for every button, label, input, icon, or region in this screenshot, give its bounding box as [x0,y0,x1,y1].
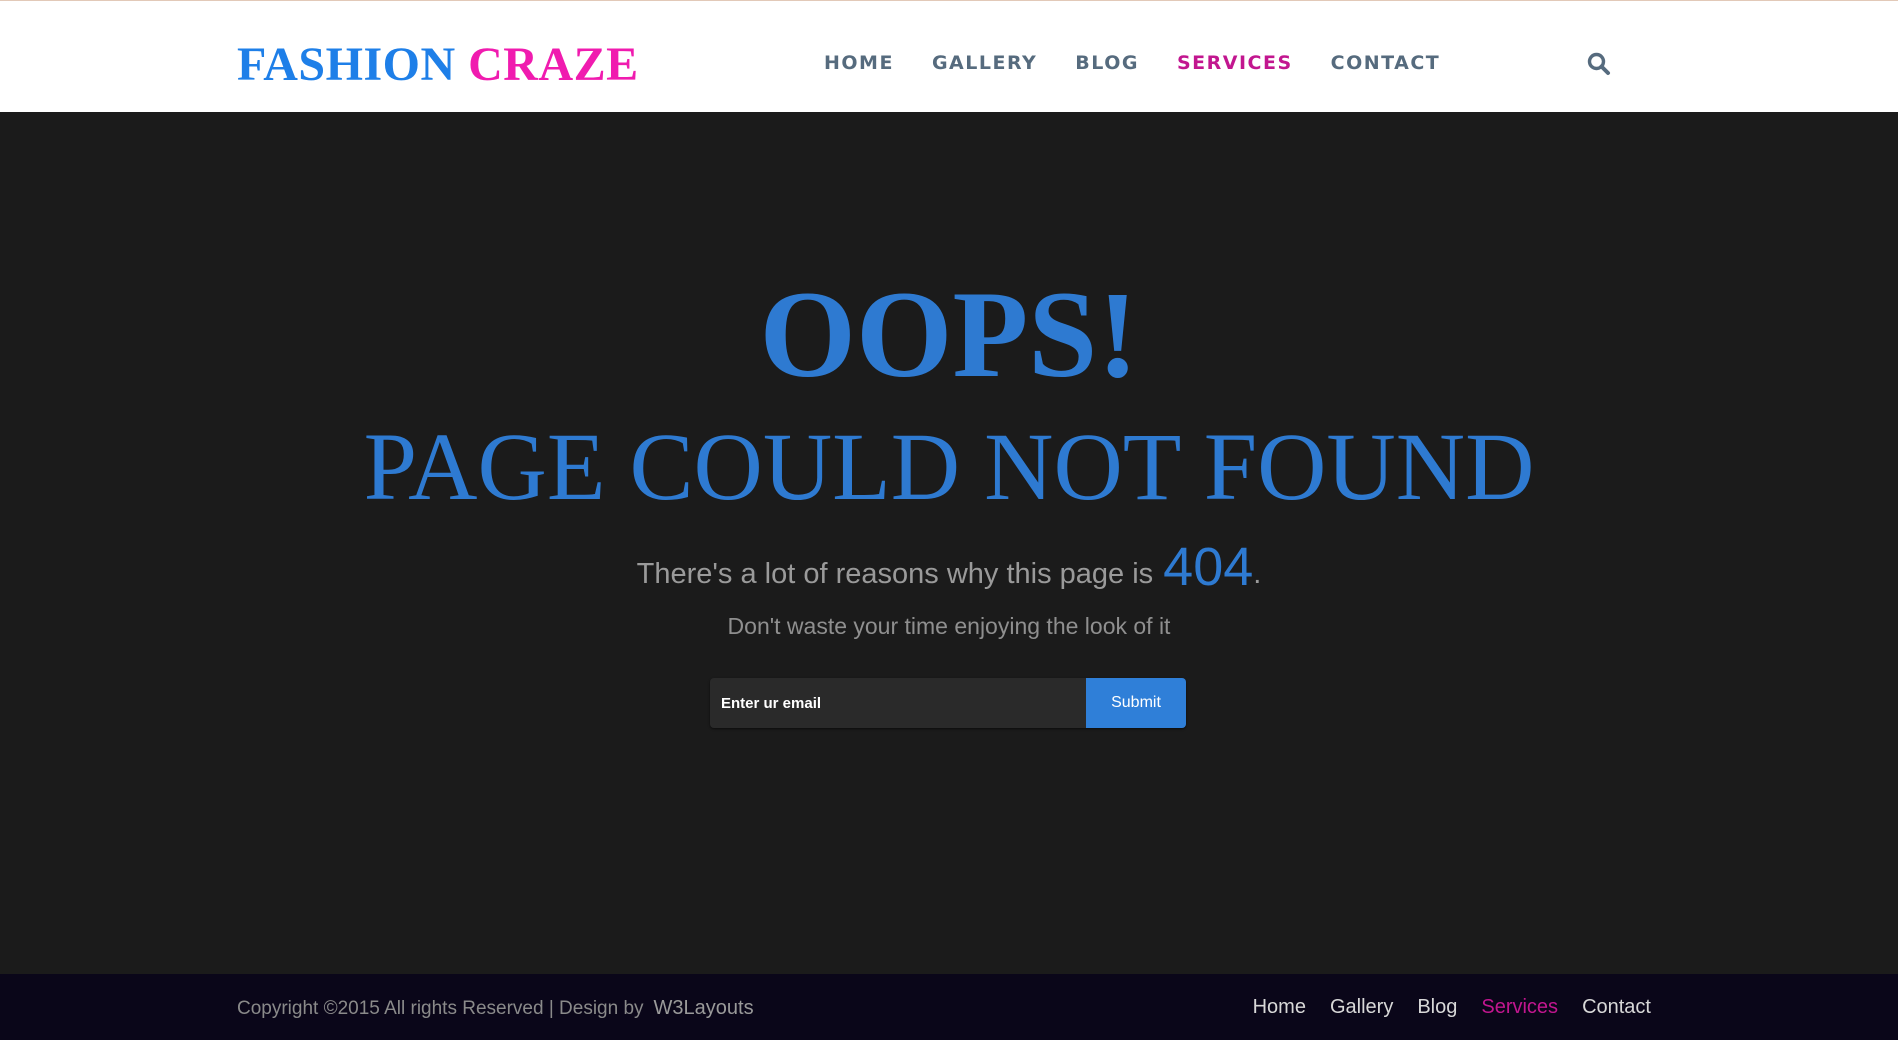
footer-nav-blog[interactable]: Blog [1417,994,1457,1020]
copyright-text: Copyright ©2015 All rights Reserved | De… [237,998,644,1019]
nav-gallery[interactable]: GALLERY [932,49,1037,77]
footer-nav-home[interactable]: Home [1253,994,1306,1020]
error-code: 404 [1163,537,1254,597]
footer-nav: Home Gallery Blog Services Contact [1253,994,1651,1020]
submit-button[interactable]: Submit [1086,678,1186,728]
nav-contact[interactable]: CONTACT [1331,49,1441,77]
footer-nav-contact[interactable]: Contact [1582,994,1651,1020]
logo-word-fashion: FASHION [237,38,456,91]
designer-link[interactable]: W3Layouts [654,997,754,1019]
subscribe-form: Submit [710,678,1186,728]
nav-services[interactable]: SERVICES [1177,49,1293,77]
error-heading: OOPS! [759,266,1139,403]
copyright: Copyright ©2015 All rights Reserved | De… [237,995,754,1022]
error-subheading: PAGE COULD NOT FOUND [363,413,1535,520]
site-logo[interactable]: FASHION CRAZE [237,37,639,93]
error-reasons: There's a lot of reasons why this page i… [0,532,1898,609]
nav-home[interactable]: HOME [824,49,894,77]
email-input[interactable] [710,678,1086,728]
footer-nav-services[interactable]: Services [1481,994,1558,1020]
error-tagline: Don't waste your time enjoying the look … [727,613,1171,639]
reasons-text: There's a lot of reasons why this page i… [636,558,1154,590]
main-nav: HOME GALLERY BLOG SERVICES CONTACT [824,49,1440,77]
footer-nav-gallery[interactable]: Gallery [1330,994,1393,1020]
reasons-suffix: . [1253,558,1262,590]
error-content: OOPS! PAGE COULD NOT FOUND There's a lot… [0,112,1898,974]
site-header: FASHION CRAZE HOME GALLERY BLOG SERVICES… [0,0,1898,112]
nav-blog[interactable]: BLOG [1075,49,1139,77]
logo-word-craze: CRAZE [468,38,639,91]
search-icon[interactable] [1586,51,1612,77]
site-footer: Copyright ©2015 All rights Reserved | De… [0,974,1898,1040]
